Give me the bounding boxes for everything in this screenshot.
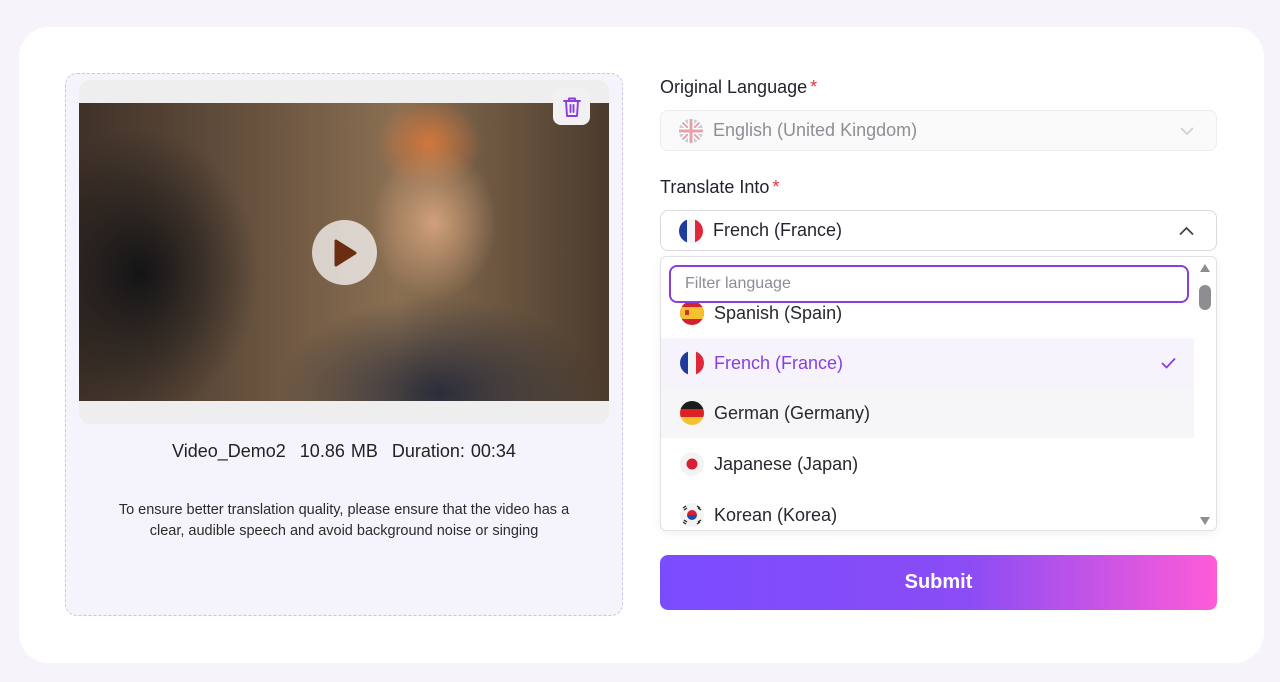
language-dropdown: Spanish (Spain) French (France) [660,256,1217,531]
required-marker: * [810,77,818,97]
trash-icon [562,97,581,117]
scroll-up-arrow-icon[interactable] [1199,263,1211,273]
filter-language-input[interactable] [669,265,1189,303]
play-icon [334,239,356,266]
check-icon [1161,357,1176,369]
de-flag-icon [680,401,704,425]
dropdown-scrollbar[interactable] [1194,257,1216,530]
delete-video-button[interactable] [553,88,590,125]
video-preview [79,80,609,424]
translate-into-label: Translate Into * [660,177,780,197]
original-language-label: Original Language * [660,77,818,97]
translate-into-value: French (France) [713,220,843,240]
option-french-france[interactable]: French (France) [661,338,1196,388]
fr-flag-icon [680,351,704,375]
original-language-select[interactable]: English (United Kingdom) [660,110,1217,151]
file-size: 10.86 MB [299,441,378,461]
file-name: Video_Demo2 [172,441,286,461]
option-japanese-japan[interactable]: Japanese (Japan) [661,439,1196,489]
option-korean-korea[interactable]: Korean (Korea) [661,490,1196,530]
required-marker: * [772,177,780,197]
translate-into-select[interactable]: French (France) [660,210,1217,251]
video-duration: Duration: 00:34 [391,441,516,461]
option-german-germany[interactable]: German (Germany) [661,388,1196,438]
submit-button[interactable]: Submit [660,555,1217,610]
chevron-down-icon [1180,126,1194,135]
play-button[interactable] [312,220,377,285]
kr-flag-icon [680,503,704,527]
scroll-down-arrow-icon[interactable] [1199,516,1211,526]
file-info: Video_Demo2 10.86 MB Duration: 00:34 [65,441,623,462]
quality-note: To ensure better translation quality, pl… [118,502,570,539]
jp-flag-icon [680,452,704,476]
scrollbar-thumb[interactable] [1199,285,1211,310]
es-flag-icon [680,301,704,325]
fr-flag-icon [679,218,703,243]
chevron-up-icon [1179,226,1194,235]
original-language-value: English (United Kingdom) [713,120,918,140]
uk-flag-icon [679,118,703,143]
